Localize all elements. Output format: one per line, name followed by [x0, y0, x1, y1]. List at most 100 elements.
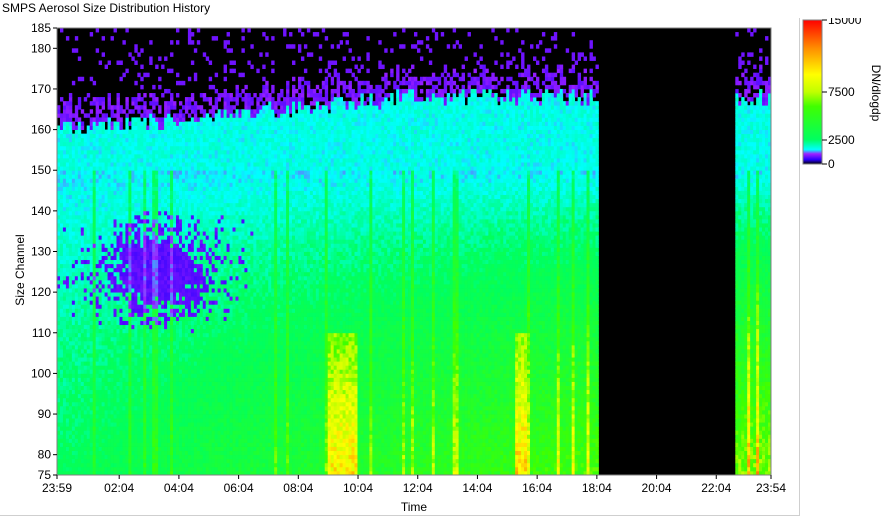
heatmap-cell	[59, 389, 64, 395]
heatmap-cell	[77, 349, 82, 354]
heatmap-cell	[59, 426, 64, 431]
heatmap-cell	[152, 227, 156, 232]
heatmap-cell	[107, 320, 111, 326]
heatmap-cell	[122, 397, 126, 403]
heatmap-cell	[155, 190, 159, 196]
heatmap-cell	[196, 414, 201, 419]
heatmap-cell	[140, 353, 144, 358]
heatmap-cell	[113, 292, 117, 297]
heatmap-cell	[137, 361, 141, 366]
heatmap-cell	[217, 454, 222, 460]
heatmap-cell	[205, 389, 210, 395]
heatmap-cell	[202, 263, 207, 269]
heatmap-cell	[137, 373, 141, 378]
heatmap-cell	[199, 344, 204, 350]
heatmap-cell	[184, 97, 189, 102]
heatmap-cell	[211, 442, 216, 447]
heatmap-cell	[170, 166, 174, 171]
heatmap-cell	[110, 450, 114, 456]
heatmap-cell	[184, 125, 189, 130]
heatmap-cell	[181, 316, 186, 321]
heatmap-cell	[71, 235, 76, 240]
heatmap-cell	[199, 178, 204, 183]
heatmap-cell	[71, 438, 76, 443]
heatmap-cell	[140, 458, 144, 464]
heatmap-cell	[196, 121, 201, 126]
heatmap-cell	[95, 381, 100, 386]
heatmap-cell	[173, 450, 177, 456]
heatmap-cell	[143, 170, 147, 175]
heatmap-cell	[125, 393, 129, 399]
heatmap-cell	[205, 149, 210, 155]
heatmap-cell	[134, 369, 138, 374]
heatmap-cell	[74, 214, 79, 220]
heatmap-cell	[110, 121, 114, 126]
heatmap-cell	[59, 162, 64, 167]
heatmap-cell	[184, 389, 189, 395]
heatmap-cell	[190, 271, 195, 277]
heatmap-cell	[155, 365, 159, 370]
heatmap-cell	[71, 357, 76, 362]
heatmap-cell	[57, 377, 61, 382]
heatmap-cell	[77, 409, 82, 415]
heatmap-cell	[92, 275, 97, 281]
heatmap-cell	[181, 117, 186, 122]
heatmap-cell	[92, 97, 97, 102]
heatmap-cell	[110, 288, 114, 293]
heatmap-cell	[92, 255, 97, 261]
heatmap-cell	[134, 206, 138, 212]
heatmap-cell	[202, 377, 207, 382]
heatmap-cell	[152, 336, 156, 342]
heatmap-cell	[68, 259, 73, 265]
heatmap-cell	[128, 418, 132, 423]
heatmap-cell	[140, 84, 144, 90]
heatmap-cell	[116, 186, 120, 191]
heatmap-cell	[122, 198, 126, 204]
heatmap-cell	[176, 426, 180, 431]
heatmap-cell	[92, 231, 97, 236]
heatmap-cell	[57, 223, 61, 228]
heatmap-cell	[68, 288, 73, 293]
heatmap-cell	[187, 288, 192, 293]
heatmap-cell	[190, 186, 195, 191]
heatmap-cell	[152, 255, 156, 261]
heatmap-cell	[83, 113, 88, 118]
heatmap-cell	[190, 93, 195, 98]
heatmap-cell	[128, 405, 132, 411]
heatmap-cell	[214, 190, 219, 196]
heatmap-cell	[202, 312, 207, 317]
heatmap-cell	[65, 113, 70, 118]
heatmap-cell	[164, 369, 168, 374]
heatmap-cell	[155, 117, 159, 122]
heatmap-cell	[137, 97, 141, 102]
heatmap-cell	[57, 369, 61, 374]
heatmap-cell	[140, 454, 144, 460]
heatmap-cell	[98, 397, 103, 403]
heatmap-cell	[68, 308, 73, 313]
heatmap-cell	[110, 129, 114, 135]
chart-frame: 75 80 90 100 110 120 130 140 150 160 170 180 185 23:…	[0, 18, 800, 516]
heatmap-cell	[116, 239, 120, 244]
heatmap-cell	[113, 158, 117, 163]
heatmap-cell	[152, 194, 156, 200]
heatmap-cell	[119, 210, 123, 216]
heatmap-cell	[125, 430, 129, 435]
heatmap-cell	[125, 97, 129, 102]
heatmap-cell	[125, 28, 129, 33]
heatmap-cell	[170, 186, 174, 191]
heatmap-cell	[116, 304, 120, 309]
heatmap-cell	[86, 296, 91, 301]
heatmap-cell	[190, 458, 195, 464]
heatmap-cell	[92, 332, 97, 338]
heatmap-cell	[167, 113, 171, 118]
heatmap-cell	[143, 462, 147, 468]
heatmap-cell	[98, 239, 103, 244]
heatmap-cell	[161, 141, 165, 147]
heatmap-cell	[176, 401, 180, 407]
heatmap-cell	[146, 231, 150, 236]
heatmap-cell	[196, 365, 201, 370]
heatmap-cell	[187, 76, 192, 82]
heatmap-cell	[57, 227, 61, 232]
heatmap-cell	[140, 381, 144, 386]
heatmap-cell	[202, 198, 207, 204]
